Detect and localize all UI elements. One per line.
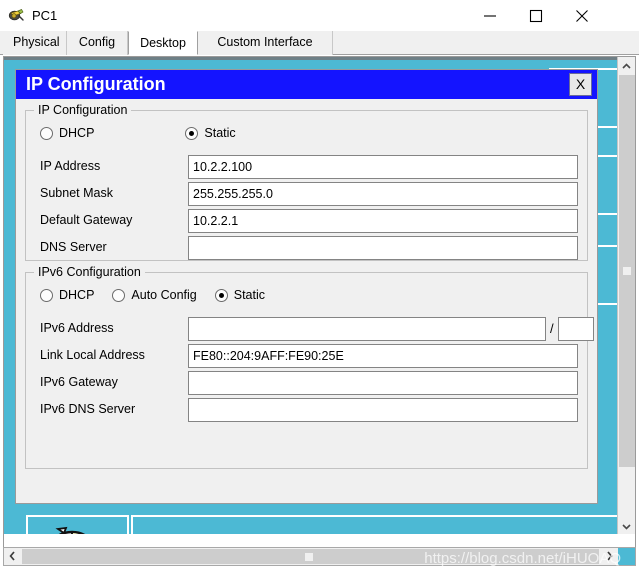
field-subnet-mask: Subnet Mask 255.255.255.0 — [26, 182, 587, 207]
radio-dot-icon — [214, 288, 228, 302]
field-ip-address: IP Address 10.2.2.100 — [26, 155, 587, 180]
radio-ipv4-dhcp-label: DHCP — [59, 126, 95, 140]
tab-config[interactable]: Config — [67, 31, 128, 55]
desktop-canvas: r or l — [4, 57, 618, 534]
window-title-bar: PC1 — [0, 0, 639, 31]
field-default-gateway-label: Default Gateway — [40, 213, 133, 227]
horizontal-scroll-thumb[interactable] — [22, 549, 599, 564]
radio-ipv4-dhcp[interactable]: DHCP — [40, 126, 94, 140]
ipv6-prefix-separator: / — [550, 321, 554, 336]
tab-custom-interface[interactable]: Custom Interface — [198, 31, 333, 55]
minimize-button[interactable] — [467, 0, 513, 31]
dialog-title: IP Configuration — [26, 74, 166, 94]
scrollbar-corner — [618, 548, 635, 565]
close-icon — [575, 9, 589, 23]
field-ipv6-gateway-label: IPv6 Gateway — [40, 375, 118, 389]
chevron-right-icon — [606, 549, 613, 564]
link-local-address-input[interactable]: FE80::204:9AFF:FE90:25E — [188, 344, 578, 368]
radio-ipv6-static[interactable]: Static — [214, 288, 266, 302]
field-dns-server: DNS Server — [26, 236, 587, 261]
scroll-right-button[interactable] — [601, 548, 618, 565]
field-subnet-mask-label: Subnet Mask — [40, 186, 113, 200]
maximize-icon — [529, 9, 543, 23]
ipv4-configuration-group: IP Configuration DHCP Static IP Address — [25, 103, 588, 261]
desktop-frame: r or l — [3, 56, 636, 552]
radio-ipv4-static[interactable]: Static — [185, 126, 236, 140]
radio-dot-icon — [112, 288, 126, 302]
ipv6-address-input[interactable] — [188, 317, 546, 341]
ipv6-configuration-group: IPv6 Configuration DHCP Auto Config Stat… — [25, 265, 594, 469]
radio-dot-icon — [185, 126, 199, 140]
desktop-icon-cell-empty[interactable] — [131, 515, 618, 534]
scroll-down-button[interactable] — [618, 517, 635, 534]
field-link-local-address-label: Link Local Address — [40, 348, 145, 362]
field-ipv6-address-label: IPv6 Address — [40, 321, 114, 335]
radio-ipv6-dhcp-label: DHCP — [59, 288, 95, 302]
ipv4-group-legend: IP Configuration — [34, 103, 132, 117]
close-button[interactable] — [559, 0, 605, 31]
field-link-local-address: Link Local Address FE80::204:9AFF:FE90:2… — [26, 344, 587, 369]
desktop-icon-cell[interactable] — [26, 515, 129, 534]
dialog-close-button[interactable]: X — [569, 73, 592, 96]
ipv6-dns-server-input[interactable] — [188, 398, 578, 422]
scroll-left-button[interactable] — [4, 548, 21, 565]
tab-bar: Physical Config Desktop Custom Interface — [0, 31, 639, 55]
dialog-title-bar: IP Configuration X — [16, 70, 597, 99]
ipv6-prefix-length-input[interactable] — [558, 317, 594, 341]
chevron-up-icon — [622, 58, 631, 73]
chevron-down-icon — [622, 518, 631, 533]
scroll-thumb-grip — [305, 553, 313, 561]
field-ipv6-dns-server-label: IPv6 DNS Server — [40, 402, 136, 416]
field-ip-address-label: IP Address — [40, 159, 101, 173]
window-title-group: PC1 — [8, 4, 57, 26]
ipv6-group-legend: IPv6 Configuration — [34, 265, 145, 279]
maximize-button[interactable] — [513, 0, 559, 31]
tab-desktop[interactable]: Desktop — [128, 31, 198, 55]
ipv6-mode-radio-group: DHCP Auto Config Static — [40, 288, 265, 302]
radio-ipv6-auto-config-label: Auto Config — [131, 288, 197, 302]
ip-address-input[interactable]: 10.2.2.100 — [188, 155, 578, 179]
field-ipv6-address: IPv6 Address / — [26, 317, 594, 342]
minimize-icon — [483, 10, 497, 22]
subnet-mask-input[interactable]: 255.255.255.0 — [188, 182, 578, 206]
field-default-gateway: Default Gateway 10.2.2.1 — [26, 209, 587, 234]
field-ipv6-gateway: IPv6 Gateway — [26, 371, 587, 396]
radio-dot-icon — [40, 126, 53, 140]
tab-physical[interactable]: Physical — [3, 31, 67, 55]
radio-ipv4-static-label: Static — [204, 126, 236, 140]
vertical-scroll-thumb[interactable] — [619, 75, 635, 467]
radio-ipv6-static-label: Static — [233, 288, 266, 302]
scroll-up-button[interactable] — [618, 57, 635, 74]
vertical-scrollbar[interactable] — [617, 57, 635, 534]
page-title: PC1 — [32, 7, 58, 23]
field-ipv6-dns-server: IPv6 DNS Server — [26, 398, 587, 423]
horizontal-scrollbar[interactable] — [3, 547, 636, 566]
default-gateway-input[interactable]: 10.2.2.1 — [188, 209, 578, 233]
radio-ipv6-auto-config[interactable]: Auto Config — [112, 288, 197, 302]
scroll-thumb-grip — [623, 267, 631, 275]
field-dns-server-label: DNS Server — [40, 240, 107, 254]
radio-dot-icon — [40, 288, 53, 302]
ipv6-gateway-input[interactable] — [188, 371, 578, 395]
pc1-window: PC1 Physical Config Desktop Custom Inter… — [0, 0, 639, 569]
radio-ipv6-dhcp[interactable]: DHCP — [40, 288, 94, 302]
dns-server-input[interactable] — [188, 236, 578, 260]
ipv4-mode-radio-group: DHCP Static — [40, 126, 236, 140]
network-device-icon — [8, 7, 25, 24]
ip-configuration-dialog: IP Configuration X IP Configuration DHCP… — [15, 69, 598, 504]
pie-chart-monitor-icon — [40, 525, 116, 534]
chevron-left-icon — [9, 549, 16, 564]
